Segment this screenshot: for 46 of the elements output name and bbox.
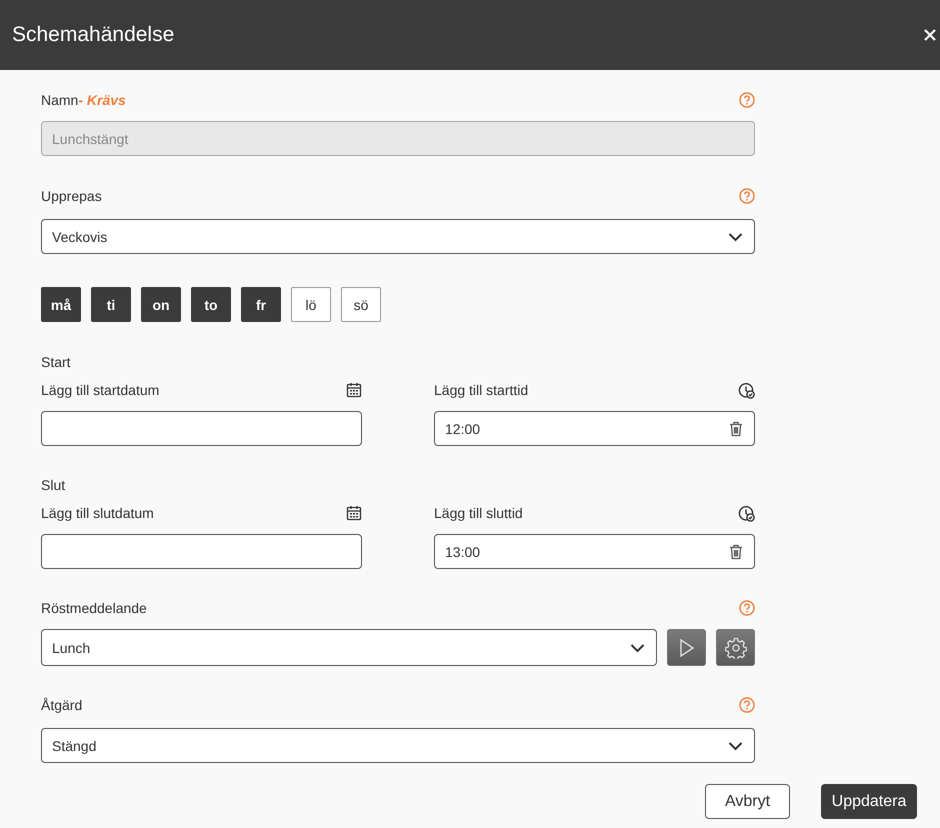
date-field[interactable]	[41, 411, 362, 446]
chevron-down-icon[interactable]	[728, 232, 743, 242]
close-button[interactable]	[923, 28, 937, 42]
time-field[interactable]: 12:00	[434, 411, 755, 446]
calendar-icon[interactable]	[346, 505, 362, 521]
field-label: Röstmeddelande	[41, 600, 147, 616]
voice-message-dropdown[interactable]: Lunch	[41, 629, 657, 666]
field-label: Lägg till slutdatum	[41, 505, 154, 521]
day-toggle[interactable]: lö	[291, 287, 331, 322]
date-field[interactable]	[41, 534, 362, 569]
day-toggle[interactable]: må	[41, 287, 81, 322]
chevron-down-icon[interactable]	[728, 740, 743, 750]
field-label: Lägg till starttid	[434, 382, 528, 398]
clock-check-icon[interactable]	[738, 382, 755, 398]
trash-icon[interactable]	[729, 420, 743, 436]
help-icon[interactable]	[739, 600, 755, 616]
action-dropdown[interactable]: Stängd	[41, 728, 755, 763]
clock-check-icon[interactable]	[738, 504, 755, 522]
field-label: Namn- Krävs	[41, 92, 126, 108]
section-heading: Start	[41, 353, 72, 372]
repeat-dropdown[interactable]: Veckovis	[41, 219, 755, 254]
day-toggle[interactable]: sö	[341, 287, 381, 322]
day-toggle[interactable]: ti	[91, 287, 131, 322]
calendar-icon[interactable]	[346, 382, 362, 398]
section-heading: Slut	[41, 476, 66, 495]
day-toggle[interactable]: to	[191, 287, 231, 322]
help-icon[interactable]	[739, 92, 755, 108]
field-label: Lägg till sluttid	[434, 505, 523, 521]
settings-icon	[724, 636, 746, 658]
time-field[interactable]: 13:00	[434, 534, 755, 569]
settings-button[interactable]	[716, 629, 755, 666]
play-icon	[678, 638, 694, 658]
play-button[interactable]	[667, 629, 706, 666]
dialog-title: Schemahändelse	[12, 23, 174, 47]
update-button[interactable]: Uppdatera	[821, 784, 917, 819]
trash-icon[interactable]	[729, 544, 743, 560]
chevron-down-icon[interactable]	[630, 642, 645, 652]
field-label: Lägg till startdatum	[41, 382, 160, 398]
help-icon[interactable]	[739, 188, 755, 204]
close-icon	[923, 28, 937, 42]
day-toggle[interactable]: on	[141, 287, 181, 322]
field-label: Åtgärd	[41, 697, 82, 713]
help-icon[interactable]	[739, 697, 755, 713]
cancel-button[interactable]: Avbryt	[705, 784, 790, 819]
day-toggle[interactable]: fr	[241, 287, 281, 322]
field-label: Upprepas	[41, 188, 102, 204]
